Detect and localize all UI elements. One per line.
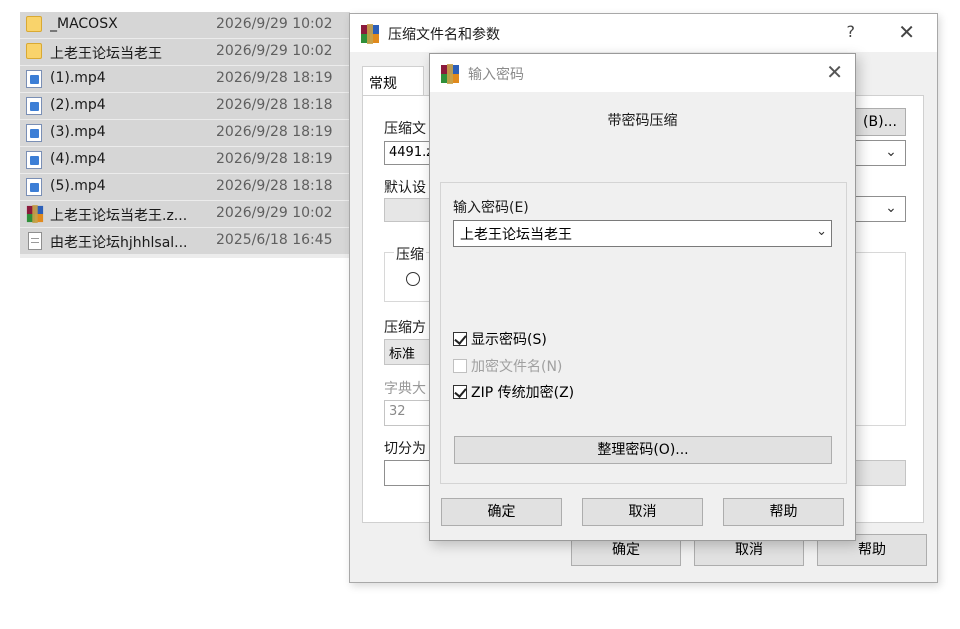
archive-name-input[interactable]: 4491.z [384, 141, 434, 165]
show-password-checkbox[interactable]: 显示密码(S) [453, 329, 547, 349]
password-dialog-titlebar[interactable]: 输入密码 ✕ [430, 54, 855, 92]
folder-icon [26, 16, 44, 34]
file-row[interactable]: 上老王论坛当老王.z... 2026/9/29 10:02 [20, 201, 350, 227]
show-password-label: 显示密码(S) [471, 332, 547, 348]
video-file-icon [26, 151, 44, 169]
tab-general[interactable]: 常规 [362, 66, 424, 96]
file-date: 2026/9/29 10:02 [216, 205, 333, 221]
file-date: 2026/9/28 18:18 [216, 178, 333, 194]
chevron-down-icon[interactable]: ⌄ [879, 141, 903, 165]
options-group-stub [854, 252, 906, 426]
file-date: 2026/9/29 10:02 [216, 43, 333, 59]
archive-dialog-titlebar[interactable]: 压缩文件名和参数 ? ✕ [350, 14, 937, 52]
password-cancel-button[interactable]: 取消 [582, 498, 703, 526]
password-dialog: 输入密码 ✕ 带密码压缩 输入密码(E) 上老王论坛当老王 ⌄ 显示密码(S) … [429, 53, 856, 541]
file-name: (2).mp4 [50, 97, 106, 113]
file-row[interactable]: (2).mp4 2026/9/28 18:18 [20, 93, 350, 119]
profile-button-stub[interactable] [384, 198, 434, 222]
password-input[interactable]: 上老王论坛当老王 ⌄ [453, 220, 832, 247]
file-row[interactable]: (1).mp4 2026/9/28 18:19 [20, 66, 350, 92]
file-row[interactable]: _MACOSX 2026/9/29 10:02 [20, 12, 350, 38]
organize-passwords-button[interactable]: 整理密码(O)... [454, 436, 832, 464]
method-combo[interactable]: 标准 [384, 339, 434, 365]
folder-icon [26, 43, 44, 61]
checkbox-checked-icon[interactable] [453, 385, 467, 399]
close-icon[interactable]: ✕ [898, 20, 915, 44]
winrar-archive-icon [26, 205, 44, 223]
set-password-button-stub[interactable] [854, 460, 906, 486]
password-value: 上老王论坛当老王 [460, 227, 572, 243]
zip-legacy-label: ZIP 传统加密(Z) [471, 385, 575, 401]
video-file-icon [26, 70, 44, 88]
file-row[interactable]: (4).mp4 2026/9/28 18:19 [20, 147, 350, 173]
password-dialog-heading: 带密码压缩 [607, 113, 678, 129]
file-name: 上老王论坛当老王 [50, 46, 162, 62]
dictionary-combo[interactable]: 32 [384, 400, 434, 426]
file-name: 由老王论坛hjhhlsal... [50, 235, 188, 251]
archive-name-combo-tail[interactable]: ⌄ [854, 140, 906, 166]
split-combo[interactable] [384, 460, 434, 486]
file-date: 2026/9/29 10:02 [216, 16, 333, 32]
password-label: 输入密码(E) [453, 200, 529, 216]
file-list: _MACOSX 2026/9/29 10:02 上老王论坛当老王 2026/9/29 … [20, 12, 350, 258]
file-row[interactable]: 由老王论坛hjhhlsal... 2025/6/18 16:45 [20, 228, 350, 254]
file-name: (5).mp4 [50, 178, 106, 194]
file-name: (4).mp4 [50, 151, 106, 167]
encrypt-filenames-label: 加密文件名(N) [471, 359, 563, 375]
format-group-label: 压缩 [394, 244, 426, 264]
file-row[interactable]: (5).mp4 2026/9/28 18:18 [20, 174, 350, 200]
video-file-icon [26, 124, 44, 142]
file-row[interactable]: 上老王论坛当老王 2026/9/29 10:02 [20, 39, 350, 65]
close-icon[interactable]: ✕ [826, 60, 843, 84]
file-name: (1).mp4 [50, 70, 106, 86]
checkbox-unchecked-icon[interactable] [453, 359, 467, 373]
default-profile-label: 默认设 [384, 180, 426, 196]
archive-name-label: 压缩文 [384, 121, 426, 137]
winrar-icon [361, 24, 379, 44]
checkbox-checked-icon[interactable] [453, 332, 467, 346]
file-name: 上老王论坛当老王.z... [50, 208, 188, 224]
split-label: 切分为 [384, 441, 426, 457]
file-date: 2026/9/28 18:19 [216, 124, 333, 140]
archive-dialog-title: 压缩文件名和参数 [388, 27, 500, 43]
file-date: 2025/6/18 16:45 [216, 232, 333, 248]
chevron-down-icon[interactable]: ⌄ [816, 224, 827, 239]
chevron-down-icon[interactable]: ⌄ [879, 197, 903, 221]
dictionary-label: 字典大 [384, 381, 426, 397]
zip-legacy-encryption-checkbox[interactable]: ZIP 传统加密(Z) [453, 382, 574, 402]
password-help-button[interactable]: 帮助 [723, 498, 844, 526]
password-dialog-title: 输入密码 [468, 67, 524, 83]
update-mode-combo-tail[interactable]: ⌄ [854, 196, 906, 222]
file-name: _MACOSX [50, 16, 118, 32]
text-file-icon [26, 232, 44, 250]
winrar-icon [441, 64, 459, 84]
password-ok-button[interactable]: 确定 [441, 498, 562, 526]
method-label: 压缩方 [384, 320, 426, 336]
file-date: 2026/9/28 18:19 [216, 151, 333, 167]
video-file-icon [26, 178, 44, 196]
file-date: 2026/9/28 18:19 [216, 70, 333, 86]
video-file-icon [26, 97, 44, 115]
file-name: (3).mp4 [50, 124, 106, 140]
encrypt-filenames-checkbox[interactable]: 加密文件名(N) [453, 356, 562, 376]
format-radio[interactable] [406, 272, 420, 286]
browse-button[interactable]: (B)... [854, 108, 906, 136]
file-row[interactable]: (3).mp4 2026/9/28 18:19 [20, 120, 350, 146]
help-icon[interactable]: ? [847, 22, 856, 41]
file-date: 2026/9/28 18:18 [216, 97, 333, 113]
